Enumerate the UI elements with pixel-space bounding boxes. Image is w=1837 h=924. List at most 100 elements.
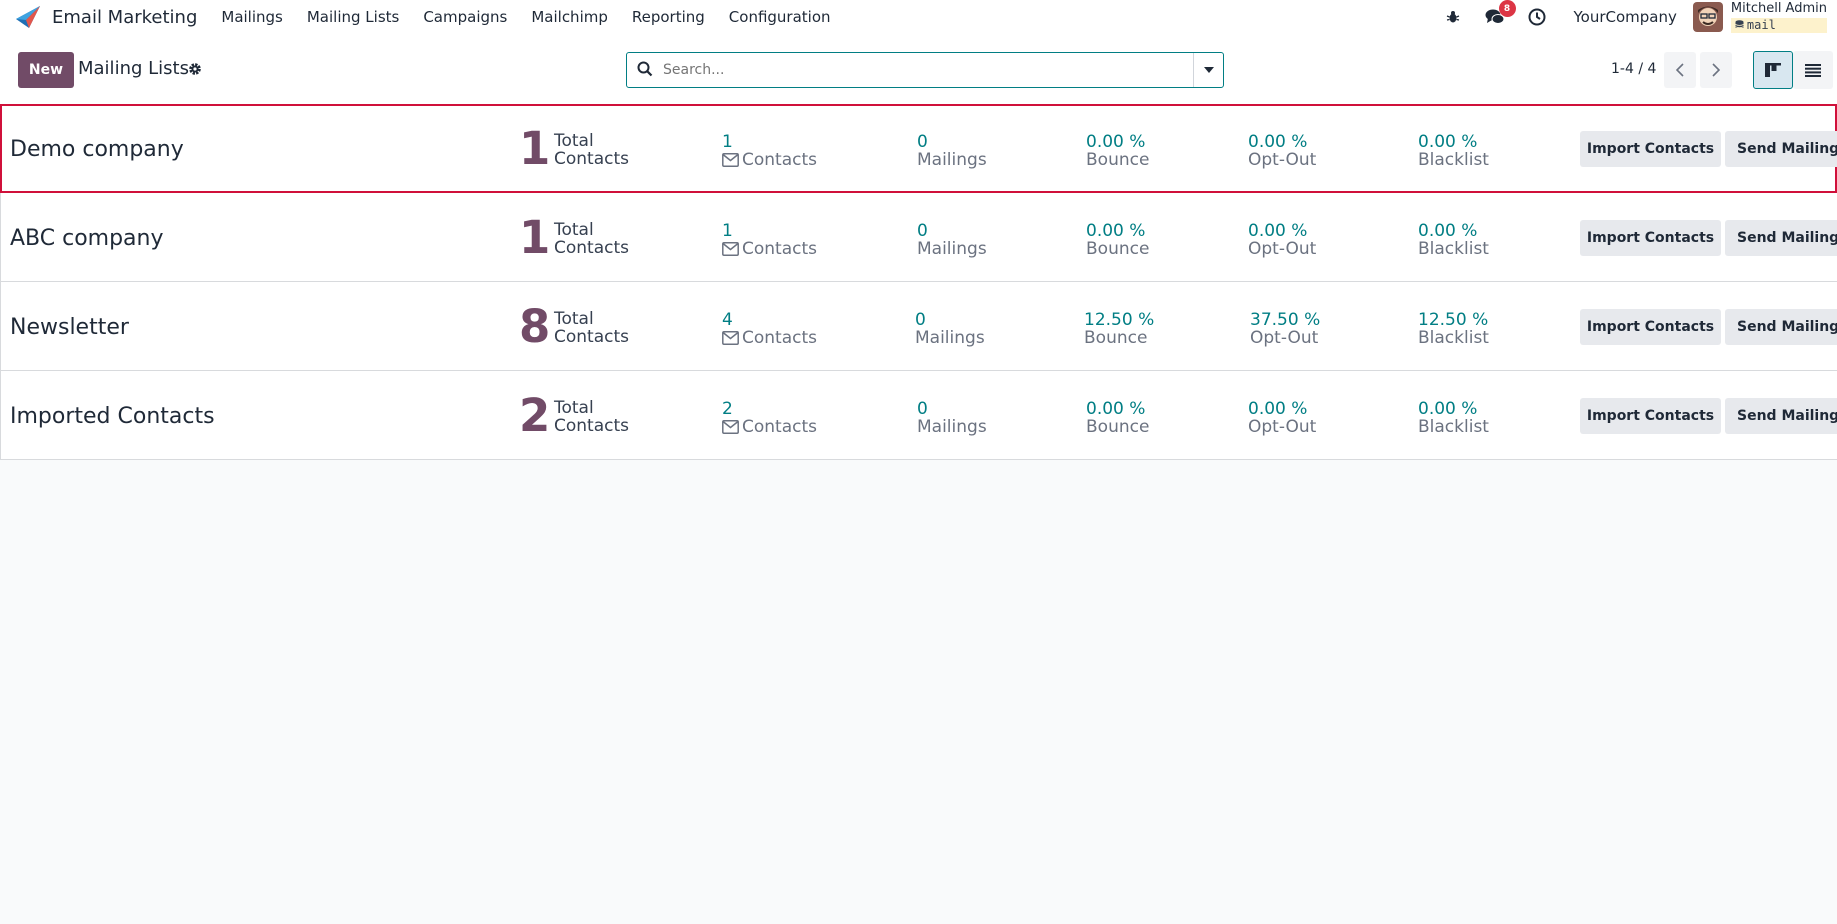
user-menu[interactable]: Mitchell Admin mail bbox=[1730, 2, 1827, 33]
menu-mailings[interactable]: Mailings bbox=[221, 8, 282, 26]
contacts-label: Contacts bbox=[722, 240, 817, 258]
mailing-list-row[interactable]: Imported Contacts 2 Total Contacts 2 Cont… bbox=[0, 371, 1837, 460]
contacts-stat[interactable]: 2 Contacts bbox=[722, 400, 817, 436]
bounce-stat[interactable]: 0.00 % Bounce bbox=[1086, 133, 1149, 169]
control-panel: New Mailing Lists 1-4 / 4 bbox=[0, 34, 1837, 104]
blacklist-stat[interactable]: 0.00 % Blacklist bbox=[1418, 400, 1489, 436]
mailing-list-name[interactable]: ABC company bbox=[10, 226, 164, 251]
opt-out-stat[interactable]: 0.00 % Opt-Out bbox=[1248, 400, 1316, 436]
import-contacts-button[interactable]: Import Contacts bbox=[1580, 131, 1721, 167]
opt-out-stat[interactable]: 0.00 % Opt-Out bbox=[1248, 133, 1316, 169]
contacts-count: 1 bbox=[722, 132, 733, 152]
new-button[interactable]: New bbox=[18, 52, 74, 88]
contacts-stat[interactable]: 1 Contacts bbox=[722, 133, 817, 169]
mailing-list-name[interactable]: Newsletter bbox=[10, 315, 129, 340]
envelope-icon bbox=[722, 153, 739, 167]
menu-configuration[interactable]: Configuration bbox=[729, 8, 831, 26]
kanban-view-button[interactable] bbox=[1753, 51, 1793, 89]
contacts-stat[interactable]: 4 Contacts bbox=[722, 311, 817, 347]
app-name[interactable]: Email Marketing bbox=[52, 7, 197, 28]
import-contacts-button[interactable]: Import Contacts bbox=[1580, 398, 1721, 434]
mailing-list-name[interactable]: Imported Contacts bbox=[10, 404, 215, 429]
send-mailing-button[interactable]: Send Mailing bbox=[1725, 131, 1837, 167]
mailings-stat[interactable]: 0 Mailings bbox=[917, 133, 987, 169]
email-marketing-logo-icon[interactable] bbox=[14, 3, 42, 31]
mailings-count: 0 bbox=[915, 310, 926, 330]
bounce-stat[interactable]: 0.00 % Bounce bbox=[1086, 222, 1149, 258]
menu-mailing-lists[interactable]: Mailing Lists bbox=[307, 8, 399, 26]
bounce-rate: 0.00 % bbox=[1086, 221, 1146, 241]
blacklist-stat[interactable]: 12.50 % Blacklist bbox=[1418, 311, 1489, 347]
contacts-label: Contacts bbox=[722, 329, 817, 347]
menu-mailchimp[interactable]: Mailchimp bbox=[531, 8, 608, 26]
chat-messages-icon[interactable]: 8 bbox=[1484, 0, 1516, 28]
pager-value[interactable]: 1-4 / 4 bbox=[1611, 61, 1656, 77]
pager-previous-button[interactable] bbox=[1664, 52, 1696, 88]
search-icon bbox=[637, 61, 655, 79]
caret-down-icon bbox=[1203, 67, 1214, 73]
activity-clock-icon[interactable] bbox=[1526, 6, 1548, 28]
envelope-icon bbox=[722, 331, 739, 345]
blacklist-label: Blacklist bbox=[1418, 417, 1489, 437]
database-tag: mail bbox=[1730, 17, 1827, 33]
mailings-label: Mailings bbox=[917, 150, 987, 170]
mailings-label: Mailings bbox=[917, 239, 987, 259]
mailings-stat[interactable]: 0 Mailings bbox=[917, 222, 987, 258]
opt-out-rate: 0.00 % bbox=[1248, 221, 1308, 241]
total-contacts-count[interactable]: 2 bbox=[519, 393, 550, 438]
bounce-stat[interactable]: 0.00 % Bounce bbox=[1086, 400, 1149, 436]
total-contacts-label: Total Contacts bbox=[554, 309, 629, 347]
blacklist-stat[interactable]: 0.00 % Blacklist bbox=[1418, 133, 1489, 169]
blacklist-rate: 12.50 % bbox=[1418, 310, 1489, 330]
company-switcher[interactable]: YourCompany bbox=[1574, 8, 1677, 26]
total-contacts-count[interactable]: 1 bbox=[519, 126, 550, 171]
mailing-list-row[interactable]: ABC company 1 Total Contacts 1 Contacts 0… bbox=[0, 193, 1837, 282]
chevron-right-icon bbox=[1712, 63, 1720, 77]
bounce-label: Bounce bbox=[1086, 417, 1150, 437]
total-contacts-count[interactable]: 8 bbox=[519, 304, 550, 349]
kanban-icon bbox=[1765, 63, 1781, 77]
import-contacts-button[interactable]: Import Contacts bbox=[1580, 220, 1721, 256]
mailing-list-row[interactable]: Newsletter 8 Total Contacts 4 Contacts 0 … bbox=[0, 282, 1837, 371]
total-contacts-count[interactable]: 1 bbox=[519, 215, 550, 260]
send-mailing-button[interactable]: Send Mailing bbox=[1725, 309, 1837, 345]
debug-bug-icon[interactable] bbox=[1442, 6, 1464, 28]
total-contacts-label: Total Contacts bbox=[554, 398, 629, 436]
opt-out-stat[interactable]: 37.50 % Opt-Out bbox=[1250, 311, 1320, 347]
chevron-left-icon bbox=[1676, 63, 1684, 77]
main-menu: Mailings Mailing Lists Campaigns Mailchi… bbox=[221, 8, 854, 26]
menu-campaigns[interactable]: Campaigns bbox=[423, 8, 507, 26]
menu-reporting[interactable]: Reporting bbox=[632, 8, 705, 26]
pager-next-button[interactable] bbox=[1700, 52, 1732, 88]
top-navbar: Email Marketing Mailings Mailing Lists C… bbox=[0, 0, 1837, 34]
blacklist-stat[interactable]: 0.00 % Blacklist bbox=[1418, 222, 1489, 258]
send-mailing-button[interactable]: Send Mailing bbox=[1725, 220, 1837, 256]
send-mailing-button[interactable]: Send Mailing bbox=[1725, 398, 1837, 434]
mailing-list-row[interactable]: Demo company 1 Total Contacts 1 Contacts … bbox=[0, 104, 1837, 193]
opt-out-rate: 0.00 % bbox=[1248, 399, 1308, 419]
total-contacts-label: Total Contacts bbox=[554, 220, 629, 258]
contacts-count: 2 bbox=[722, 399, 733, 419]
bounce-rate: 0.00 % bbox=[1086, 132, 1146, 152]
contacts-stat[interactable]: 1 Contacts bbox=[722, 222, 817, 258]
list-view-button[interactable] bbox=[1793, 51, 1833, 89]
bounce-rate: 0.00 % bbox=[1086, 399, 1146, 419]
blacklist-rate: 0.00 % bbox=[1418, 221, 1478, 241]
opt-out-stat[interactable]: 0.00 % Opt-Out bbox=[1248, 222, 1316, 258]
import-contacts-button[interactable]: Import Contacts bbox=[1580, 309, 1721, 345]
gear-icon[interactable] bbox=[188, 61, 202, 80]
blacklist-label: Blacklist bbox=[1418, 239, 1489, 259]
contacts-count: 4 bbox=[722, 310, 733, 330]
bounce-stat[interactable]: 12.50 % Bounce bbox=[1084, 311, 1154, 347]
database-icon bbox=[1735, 19, 1744, 28]
opt-out-label: Opt-Out bbox=[1250, 328, 1319, 348]
search-options-toggle[interactable] bbox=[1193, 53, 1223, 87]
mailings-stat[interactable]: 0 Mailings bbox=[915, 311, 985, 347]
user-avatar[interactable] bbox=[1692, 2, 1723, 32]
search-input[interactable] bbox=[663, 62, 1193, 78]
contacts-label: Contacts bbox=[722, 151, 817, 169]
mailings-stat[interactable]: 0 Mailings bbox=[917, 400, 987, 436]
chat-counter-badge: 8 bbox=[1498, 0, 1516, 17]
bounce-label: Bounce bbox=[1086, 150, 1150, 170]
mailing-list-name[interactable]: Demo company bbox=[10, 137, 184, 162]
